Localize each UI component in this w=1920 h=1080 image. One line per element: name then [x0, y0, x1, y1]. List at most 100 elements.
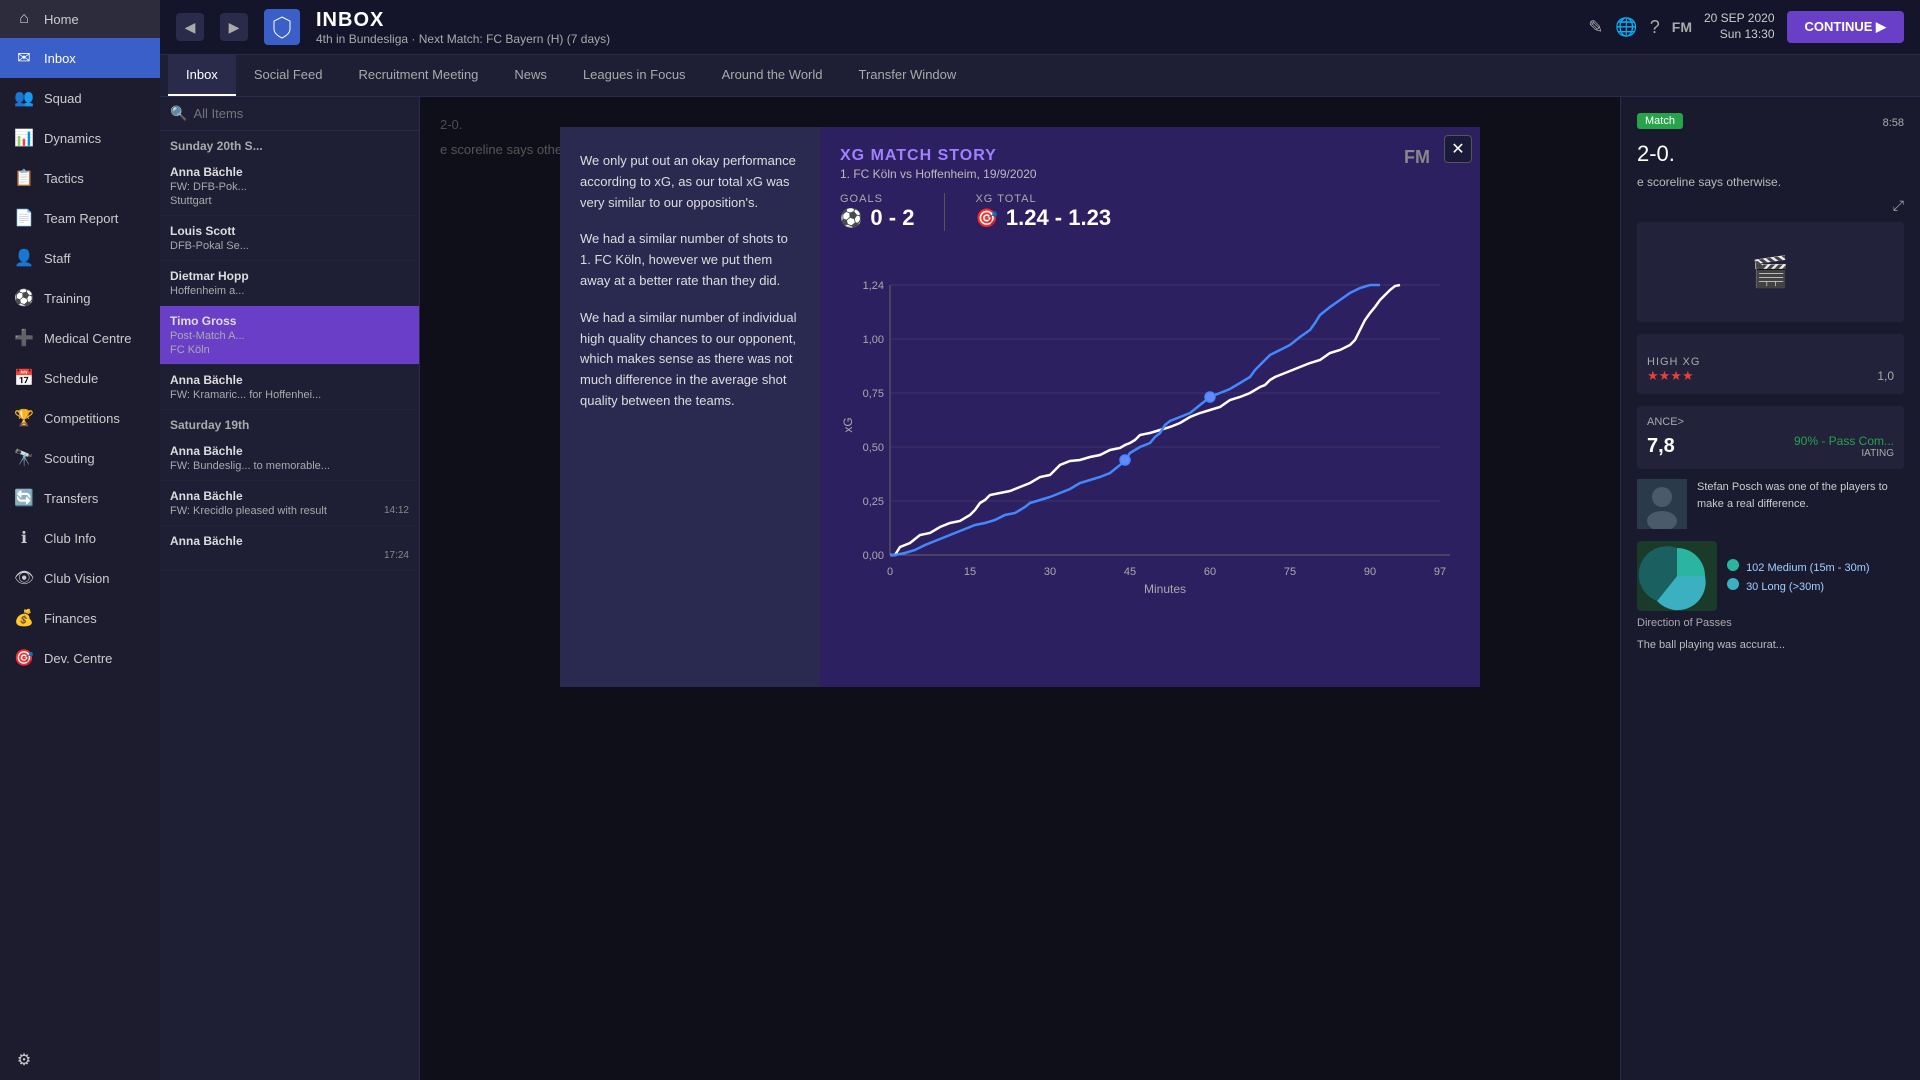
topbar-title-block: INBOX 4th in Bundesliga · Next Match: FC… [316, 9, 610, 46]
medium-label: Medium (15m - 30m) [1767, 562, 1869, 574]
sidebar-item-dynamics[interactable]: 📊 Dynamics [0, 118, 160, 158]
page-subtitle: 4th in Bundesliga · Next Match: FC Bayer… [316, 32, 610, 46]
tab-news[interactable]: News [496, 55, 565, 96]
sidebar-item-home[interactable]: ⌂ Home [0, 0, 160, 38]
modal-close-button[interactable]: ✕ [1444, 135, 1472, 163]
schedule-icon: 📅 [14, 368, 34, 388]
xg-chart-svg: 1,24 1,00 0,75 0,50 0,25 0,00 xG 0 1 [840, 245, 1460, 625]
tactics-icon: 📋 [14, 168, 34, 188]
sidebar-item-inbox[interactable]: ✉ Inbox [0, 38, 160, 78]
sidebar-item-medical[interactable]: ➕ Medical Centre [0, 318, 160, 358]
modal-paragraph-2: We had a similar number of shots to 1. F… [580, 229, 800, 291]
squad-icon: 👥 [14, 88, 34, 108]
sidebar-item-scouting[interactable]: 🔭 Scouting [0, 438, 160, 478]
continue-button[interactable]: CONTINUE ▶ [1787, 11, 1905, 43]
tab-recruitment[interactable]: Recruitment Meeting [340, 55, 496, 96]
stats-row: GOALS ⚽ 0 - 2 XG TOTAL 🎯 [840, 193, 1460, 231]
msg-subject: FW: Kramaric... for Hoffenhei... [170, 389, 409, 401]
msg-subject: FW: Krecidlo pleased with result 14:12 [170, 505, 409, 517]
sidebar-settings[interactable]: ⚙ [0, 1040, 160, 1080]
forward-button[interactable]: ▶ [220, 13, 248, 41]
globe-button[interactable]: 🌐 [1615, 17, 1637, 38]
xg-subtitle: 1. FC Köln vs Hoffenheim, 19/9/2020 [840, 167, 1460, 181]
xg-title: XG MATCH STORY [840, 147, 1460, 165]
modal-overlay: We only put out an okay performance acco… [420, 97, 1620, 1080]
goals-label: GOALS [840, 193, 914, 205]
msg-sender: Anna Bächle [170, 444, 409, 458]
msg-sender: Anna Bächle [170, 534, 409, 548]
sidebar-item-team-report[interactable]: 📄 Team Report [0, 198, 160, 238]
svg-text:15: 15 [964, 566, 976, 578]
msg-subject: FW: Bundeslig... to memorable... [170, 460, 409, 472]
svg-text:30: 30 [1044, 566, 1056, 578]
sidebar-item-club-info[interactable]: ℹ Club Info [0, 518, 160, 558]
svg-text:1,00: 1,00 [863, 334, 884, 346]
tab-leagues[interactable]: Leagues in Focus [565, 55, 704, 96]
tab-transfer-window[interactable]: Transfer Window [841, 55, 975, 96]
sidebar-item-staff[interactable]: 👤 Staff [0, 238, 160, 278]
list-item[interactable]: Dietmar Hopp Hoffenheim a... [160, 261, 419, 306]
modal-text-panel: We only put out an okay performance acco… [560, 127, 820, 687]
list-item[interactable]: Anna Bächle FW: Kramaric... for Hoffenhe… [160, 365, 419, 410]
svg-text:1,24: 1,24 [863, 280, 884, 292]
msg-sender: Anna Bächle [170, 373, 409, 387]
high-xg-label: HIGH XG [1647, 356, 1894, 368]
xg-label: XG TOTAL [975, 193, 1111, 205]
pass-pct: 90% - Pass Com... [1794, 434, 1894, 448]
msg-subject: 17:24 [170, 550, 409, 562]
sidebar-item-finances[interactable]: 💰 Finances [0, 598, 160, 638]
xg-block: XG TOTAL 🎯 1.24 - 1.23 [975, 193, 1111, 231]
msg-time: 14:12 [384, 505, 409, 516]
club-vision-icon: 👁 [14, 568, 34, 588]
sidebar-item-squad[interactable]: 👥 Squad [0, 78, 160, 118]
club-info-icon: ℹ [14, 528, 34, 548]
sidebar-item-tactics[interactable]: 📋 Tactics [0, 158, 160, 198]
rating-card[interactable]: ANCE> 7,8 90% - Pass Com... IATING [1637, 406, 1904, 469]
sidebar-item-schedule[interactable]: 📅 Schedule [0, 358, 160, 398]
video-icon: 🎬 [1752, 255, 1789, 290]
sidebar: ⌂ Home ✉ Inbox 👥 Squad 📊 Dynamics 📋 Tact… [0, 0, 160, 1080]
long-legend-dot [1727, 578, 1739, 590]
sidebar-item-club-vision[interactable]: 👁 Club Vision [0, 558, 160, 598]
list-item[interactable]: Anna Bächle FW: Krecidlo pleased with re… [160, 481, 419, 526]
back-button[interactable]: ◀ [176, 13, 204, 41]
sidebar-item-dev-centre[interactable]: 🎯 Dev. Centre [0, 638, 160, 678]
performance-label: ANCE> [1647, 416, 1894, 428]
search-input[interactable] [193, 106, 409, 121]
blue-dot-2 [1120, 455, 1130, 465]
sidebar-item-transfers[interactable]: 🔄 Transfers [0, 478, 160, 518]
list-item[interactable]: Anna Bächle FW: Bundeslig... to memorabl… [160, 436, 419, 481]
help-button[interactable]: ? [1650, 17, 1660, 38]
svg-text:0,50: 0,50 [863, 442, 884, 454]
xg-chart-container: 1,24 1,00 0,75 0,50 0,25 0,00 xG 0 1 [840, 245, 1460, 625]
search-bar[interactable]: 🔍 [160, 97, 419, 131]
team-report-icon: 📄 [14, 208, 34, 228]
goals-value: ⚽ 0 - 2 [840, 205, 914, 231]
tab-around-world[interactable]: Around the World [704, 55, 841, 96]
list-item[interactable]: Anna Bächle 17:24 [160, 526, 419, 571]
list-item[interactable]: Louis Scott DFB-Pokal Se... [160, 216, 419, 261]
main-content: Inbox Social Feed Recruitment Meeting Ne… [160, 55, 1920, 1080]
tab-inbox[interactable]: Inbox [168, 55, 236, 96]
date-header-saturday: Saturday 19th [160, 410, 419, 436]
blue-line [890, 285, 1380, 555]
tab-social-feed[interactable]: Social Feed [236, 55, 341, 96]
dev-centre-icon: 🎯 [14, 648, 34, 668]
list-item-active[interactable]: Timo Gross Post-Match A... FC Köln [160, 306, 419, 365]
dynamics-icon: 📊 [14, 128, 34, 148]
fm-logo: FM [1672, 19, 1692, 35]
bottom-text: The ball playing was accurat... [1637, 639, 1904, 651]
list-item[interactable]: Anna Bächle FW: DFB-Pok... Stuttgart [160, 157, 419, 216]
msg-sender: Anna Bächle [170, 489, 409, 503]
score-display: 2-0. [1637, 141, 1904, 167]
sidebar-item-competitions[interactable]: 🏆 Competitions [0, 398, 160, 438]
sidebar-item-training[interactable]: ⚽ Training [0, 278, 160, 318]
edit-button[interactable]: ✎ [1588, 17, 1603, 38]
xg-ball-icon: 🎯 [975, 208, 997, 229]
msg-subject-2: Stuttgart [170, 195, 409, 207]
stat-divider [944, 193, 945, 231]
finances-icon: 💰 [14, 608, 34, 628]
date-block: 20 SEP 2020 Sun 13:30 [1704, 11, 1775, 42]
expand-icon[interactable]: ⤢ [1893, 197, 1904, 213]
date-header-sunday: Sunday 20th S... [160, 131, 419, 157]
